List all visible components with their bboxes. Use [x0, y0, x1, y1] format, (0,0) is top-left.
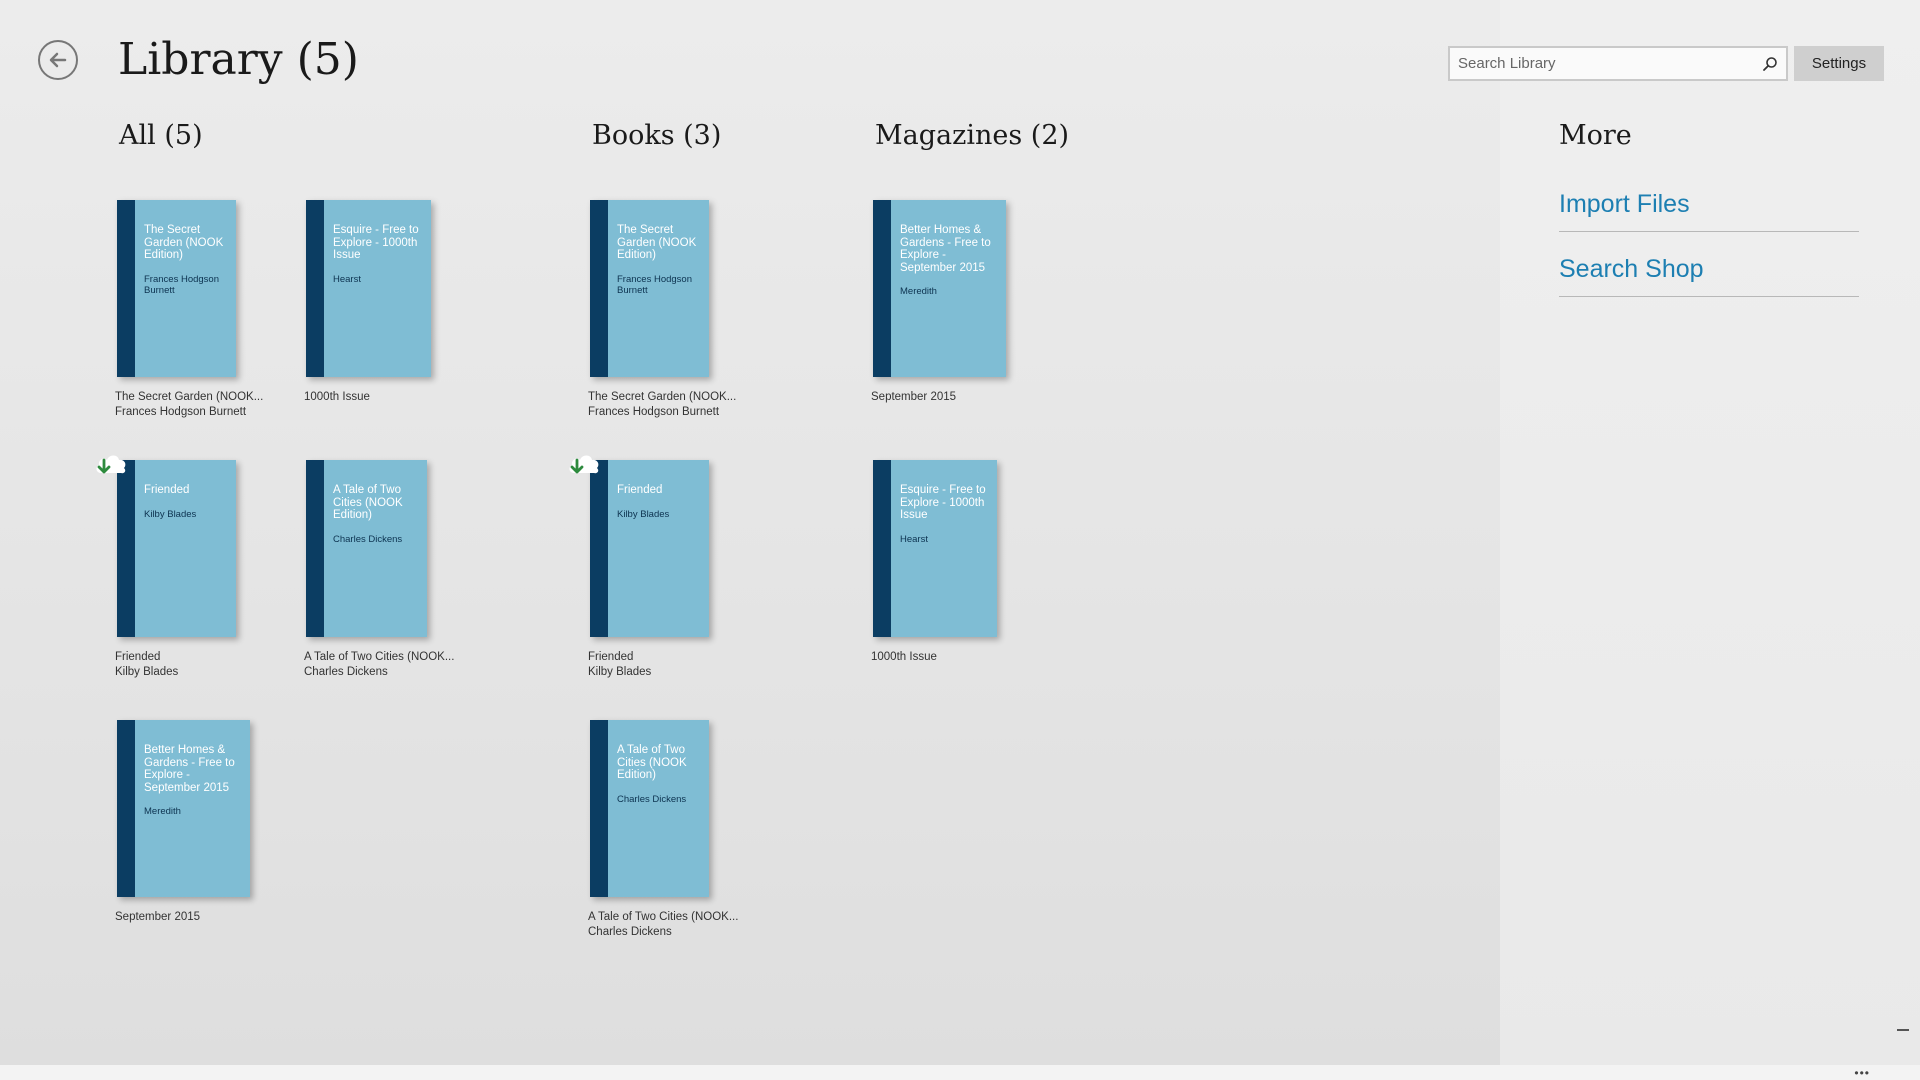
scroll-indicator[interactable] [1897, 1029, 1909, 1031]
section-title-all: All (5) [119, 120, 203, 151]
cover-author: Meredith [144, 806, 181, 817]
book-cover: A Tale of Two Cities (NOOK Edition) Charl… [306, 460, 427, 637]
cover-author: Hearst [333, 273, 361, 285]
search-button[interactable] [1754, 48, 1786, 79]
book-cover: A Tale of Two Cities (NOOK Edition) Charl… [590, 720, 709, 897]
library-item[interactable]: A Tale of Two Cities (NOOK Edition) Charl… [304, 460, 454, 678]
book-cover: Esquire - Free to Explore - 1000th Issue… [306, 200, 431, 377]
book-spine [117, 720, 135, 897]
cover-author: Charles Dickens [333, 533, 403, 545]
library-item[interactable]: Esquire - Free to Explore - 1000th Issue… [304, 200, 431, 403]
magazine-cover: Better Homes & Gardens - Free to Explore… [873, 200, 1006, 377]
back-arrow-icon [49, 52, 67, 68]
book-spine [873, 460, 891, 637]
caption-subtitle: Charles Dickens [304, 666, 388, 678]
caption-title: Friended [115, 651, 161, 663]
search-box[interactable] [1448, 46, 1788, 81]
caption-subtitle: Kilby Blades [588, 666, 652, 678]
caption-title: 1000th Issue [304, 391, 370, 403]
search-shop-link[interactable]: Search Shop [1559, 252, 1859, 297]
caption-title: A Tale of Two Cities (NOOK... [304, 651, 455, 663]
settings-button[interactable]: Settings [1794, 46, 1884, 81]
import-files-link[interactable]: Import Files [1559, 187, 1859, 232]
cover-author: Charles Dickens [617, 793, 687, 805]
cover-title: The Secret Garden (NOOK Edition) [617, 224, 697, 261]
caption-title: The Secret Garden (NOOK... [115, 391, 264, 403]
library-item[interactable]: Friended Kilby Blades Friended Kilby Blade… [569, 455, 709, 678]
book-spine [117, 200, 135, 377]
section-title-books: Books (3) [592, 120, 722, 151]
caption-subtitle: Kilby Blades [115, 666, 179, 678]
page-title: Library (5) [118, 34, 359, 85]
cover-author: Hearst [900, 533, 928, 545]
book-spine [873, 200, 891, 377]
magazine-cover: Better Homes & Gardens - Free to Explore… [117, 720, 250, 897]
search-icon [1763, 56, 1777, 71]
book-cover: Friended Kilby Blades [590, 460, 709, 637]
cover-author: Kilby Blades [144, 508, 197, 520]
library-item[interactable]: Friended Kilby Blades Friended Kilby Blade… [96, 455, 236, 678]
book-cover: The Secret Garden (NOOK Edition) Frances … [590, 200, 709, 377]
back-button[interactable] [38, 40, 78, 80]
caption-title: The Secret Garden (NOOK... [588, 391, 737, 403]
cloud-download-icon[interactable] [567, 447, 603, 483]
caption-title: September 2015 [871, 391, 957, 403]
caption-title: Friended [588, 651, 634, 663]
book-spine [306, 200, 324, 377]
cover-author: Kilby Blades [617, 508, 670, 520]
app-bar-strip [0, 1065, 1920, 1080]
caption-title: 1000th Issue [871, 651, 937, 663]
cover-author: Frances Hodgson Burnett [144, 273, 219, 296]
cover-title: Esquire - Free to Explore - 1000th Issue [900, 484, 986, 521]
search-input[interactable] [1450, 54, 1754, 73]
cover-title: Better Homes & Gardens - Free to Explore… [900, 224, 991, 274]
library-item[interactable]: A Tale of Two Cities (NOOK Edition) Charl… [588, 720, 738, 938]
section-title-magazines: Magazines (2) [875, 120, 1070, 151]
library-item[interactable]: The Secret Garden (NOOK Edition) Frances … [115, 200, 263, 418]
cover-title: Friended [617, 484, 663, 496]
book-cover: Friended Kilby Blades [117, 460, 236, 637]
library-item[interactable]: Better Homes & Gardens - Free to Explore… [115, 720, 250, 923]
more-title: More [1559, 120, 1632, 151]
magazine-cover: Esquire - Free to Explore - 1000th Issue… [873, 460, 997, 637]
more-panel-background [1500, 0, 1920, 1065]
caption-subtitle: Frances Hodgson Burnett [115, 406, 247, 418]
cloud-download-icon[interactable] [94, 447, 130, 483]
cover-title: A Tale of Two Cities (NOOK Edition) [617, 744, 687, 781]
book-spine [590, 720, 608, 897]
library-item[interactable]: Better Homes & Gardens - Free to Explore… [871, 200, 1006, 403]
cover-author: Meredith [900, 286, 937, 297]
book-spine [590, 460, 608, 637]
cover-title: A Tale of Two Cities (NOOK Edition) [333, 484, 403, 521]
cover-title: Better Homes & Gardens - Free to Explore… [144, 744, 235, 794]
caption-subtitle: Charles Dickens [588, 926, 672, 938]
book-spine [590, 200, 608, 377]
book-cover: The Secret Garden (NOOK Edition) Frances … [117, 200, 236, 377]
caption-subtitle: Frances Hodgson Burnett [588, 406, 720, 418]
book-spine [117, 460, 135, 637]
cover-author: Frances Hodgson Burnett [617, 273, 692, 296]
cover-title: Friended [144, 484, 190, 496]
caption-title: A Tale of Two Cities (NOOK... [588, 911, 739, 923]
library-item[interactable]: Esquire - Free to Explore - 1000th Issue… [871, 460, 997, 663]
book-spine [306, 460, 324, 637]
caption-title: September 2015 [115, 911, 201, 923]
library-item[interactable]: The Secret Garden (NOOK Edition) Frances … [588, 200, 736, 418]
app-bar-more-button[interactable]: ••• [1854, 1066, 1870, 1080]
cover-title: The Secret Garden (NOOK Edition) [144, 224, 224, 261]
cover-title: Esquire - Free to Explore - 1000th Issue [333, 224, 419, 261]
